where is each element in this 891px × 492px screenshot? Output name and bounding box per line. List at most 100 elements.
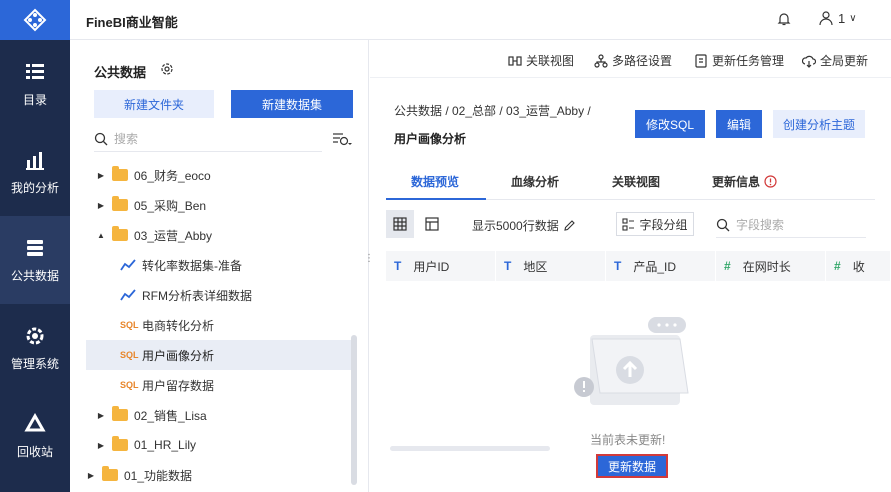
caret-right-icon[interactable]: ▶: [96, 201, 106, 210]
table-header: T 用户ID T 地区 T 产品_ID # 在网时长 # 收: [386, 251, 891, 281]
folder-open-icon: [112, 226, 128, 241]
fine-logo[interactable]: [0, 0, 70, 40]
edit-button[interactable]: 编辑: [716, 110, 762, 138]
column-header[interactable]: # 收: [826, 251, 891, 281]
row-limit-control[interactable]: 显示5000行数据: [472, 217, 576, 234]
breadcrumb[interactable]: 公共数据 / 02_总部 / 03_运营_Abby /: [394, 102, 591, 119]
column-header[interactable]: # 在网时长: [716, 251, 826, 281]
global-update-button[interactable]: 全局更新: [802, 52, 868, 69]
search-icon: [94, 132, 108, 145]
chart-icon: [26, 151, 44, 170]
new-folder-button[interactable]: 新建文件夹: [94, 90, 214, 118]
panel-icon: [425, 217, 439, 231]
settings-icon: [26, 327, 44, 344]
column-header[interactable]: T 产品_ID: [606, 251, 716, 281]
folder-icon: [112, 436, 128, 451]
tab-update-info[interactable]: 更新信息: [712, 173, 777, 190]
relation-icon: [508, 55, 522, 66]
multipath-icon: [594, 53, 608, 68]
tab-label: 更新信息: [712, 175, 761, 189]
folder-icon: [112, 406, 128, 421]
new-dataset-button[interactable]: 新建数据集: [231, 90, 353, 118]
number-type-icon: #: [834, 259, 841, 273]
tree-item[interactable]: 转化率数据集-准备: [86, 250, 352, 280]
nav-public-data[interactable]: 公共数据: [0, 216, 70, 304]
search-icon: [716, 218, 730, 231]
relation-view-button[interactable]: 关联视图: [508, 52, 574, 69]
folder-icon: [112, 166, 128, 181]
nav-catalog[interactable]: 目录: [0, 40, 70, 128]
caret-right-icon[interactable]: ▶: [96, 171, 106, 180]
database-icon: [27, 239, 43, 256]
dataset-line-icon: [120, 259, 136, 271]
sidebar-title: 公共数据: [94, 65, 147, 80]
tree-item[interactable]: RFM分析表详细数据: [86, 280, 352, 310]
empty-state-text: 当前表未更新!: [590, 433, 666, 447]
grid-icon: [393, 217, 407, 231]
user-menu[interactable]: 1 ∨: [818, 10, 857, 26]
field-group-button[interactable]: 字段分组: [616, 212, 694, 236]
list-view-button[interactable]: [418, 210, 446, 238]
tree-item-label: 06_财务_eoco: [134, 168, 211, 183]
tree-item[interactable]: ▶ 05_采购_Ben: [86, 190, 352, 220]
tree-item[interactable]: ▶ 02_销售_Lisa: [86, 400, 352, 430]
toolbar-label: 更新任务管理: [712, 54, 785, 68]
grid-view-button[interactable]: [386, 210, 414, 238]
edit-sql-button[interactable]: 修改SQL: [635, 110, 705, 138]
tab-lineage[interactable]: 血缘分析: [511, 173, 559, 190]
bell-icon[interactable]: [776, 11, 792, 30]
page-title: 用户画像分析: [394, 132, 467, 146]
folder-icon: [102, 466, 118, 481]
nav-management[interactable]: 管理系统: [0, 304, 70, 392]
tab-data-preview[interactable]: 数据预览: [411, 173, 459, 190]
sidebar-search-input[interactable]: 搜索: [94, 126, 322, 152]
nav-label: 公共数据: [10, 268, 59, 283]
text-type-icon: T: [614, 259, 622, 273]
tree-item-label: 转化率数据集-准备: [142, 258, 242, 273]
sql-icon: SQL: [120, 320, 139, 330]
multipath-button[interactable]: 多路径设置: [594, 52, 672, 69]
tree-item[interactable]: ▲ 03_运营_Abby: [86, 220, 352, 250]
main-panel: 关联视图 多路径设置 更新任务管理 全局更新 公共数据 / 02_总部 / 03…: [370, 40, 891, 492]
tree-item-label: 05_采购_Ben: [134, 198, 207, 213]
table-horizontal-scrollbar[interactable]: [390, 446, 550, 451]
gear-icon[interactable]: [160, 62, 174, 79]
tree-item-label: 01_功能数据: [124, 468, 193, 483]
update-task-button[interactable]: 更新任务管理: [694, 52, 784, 69]
create-subject-button[interactable]: 创建分析主题: [773, 110, 865, 138]
number-type-icon: #: [724, 259, 731, 273]
nav-my-analysis[interactable]: 我的分析: [0, 128, 70, 216]
empty-calendar-illustration: [574, 317, 689, 405]
user-count: 1: [838, 10, 846, 26]
update-data-button[interactable]: 更新数据: [596, 454, 668, 478]
pencil-icon: [564, 220, 575, 231]
column-name: 收: [852, 259, 865, 274]
tree-item[interactable]: ▶ 01_HR_Lily: [86, 430, 352, 460]
caret-right-icon[interactable]: ▶: [96, 441, 106, 450]
sidebar-scrollbar[interactable]: [351, 335, 357, 485]
field-search-input[interactable]: 字段搜索: [716, 212, 866, 238]
caret-right-icon[interactable]: ▶: [96, 411, 106, 420]
logo-icon: [23, 8, 47, 32]
tree-item[interactable]: ▶ 01_功能数据: [86, 460, 352, 490]
tree-item-label: 用户留存数据: [142, 378, 215, 393]
column-header[interactable]: T 地区: [496, 251, 606, 281]
tree-item[interactable]: SQL 电商转化分析: [86, 310, 352, 340]
field-group-icon: [622, 217, 635, 231]
chevron-down-icon: ∨: [849, 12, 857, 24]
sort-icon[interactable]: [332, 132, 352, 149]
search-placeholder: 搜索: [114, 132, 139, 146]
caret-down-icon[interactable]: ▲: [96, 231, 106, 240]
sql-icon: SQL: [120, 350, 139, 360]
column-name: 产品_ID: [633, 259, 677, 274]
column-name: 在网时长: [742, 259, 791, 274]
tree-item-selected[interactable]: SQL 用户画像分析: [86, 340, 352, 370]
tree-item[interactable]: ▶ 06_财务_eoco: [86, 160, 352, 190]
column-header[interactable]: T 用户ID: [386, 251, 496, 281]
nav-recycle[interactable]: 回收站: [0, 392, 70, 480]
caret-right-icon[interactable]: ▶: [86, 471, 96, 480]
tab-relation-view[interactable]: 关联视图: [612, 173, 660, 190]
toolbar-label: 全局更新: [820, 54, 869, 68]
tree-item[interactable]: SQL 用户留存数据: [86, 370, 352, 400]
column-name: 地区: [523, 259, 548, 274]
